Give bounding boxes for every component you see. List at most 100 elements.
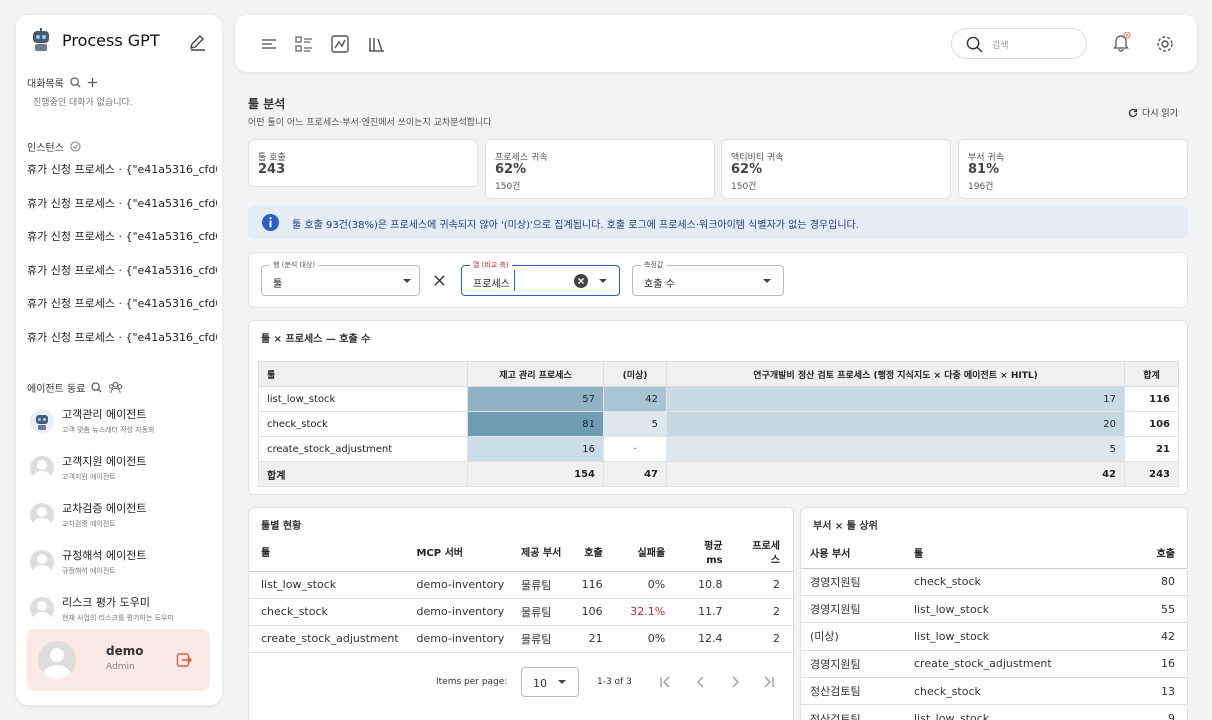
agents-header: 에이전트 동료 <box>27 380 123 395</box>
gear-icon[interactable] <box>1155 34 1175 54</box>
dept-header: 툴 <box>905 538 1115 569</box>
search-box[interactable]: 검색 <box>951 28 1087 59</box>
team-icon[interactable] <box>108 381 123 394</box>
matrix-total: 21 <box>1124 436 1179 462</box>
instance-item[interactable]: 휴가 신청 프로세스 · {"e41a5316_cfd0... <box>27 295 217 311</box>
pagination: Items per page: 10 1-3 of 3 <box>249 658 794 708</box>
kpi-value: 81% <box>968 162 1000 177</box>
reload-button[interactable]: 다시 읽기 <box>1128 106 1178 119</box>
search-icon <box>966 36 983 53</box>
matrix-cell: 42 <box>603 386 667 412</box>
first-page-icon[interactable] <box>659 676 671 688</box>
prev-page-icon[interactable] <box>695 676 707 688</box>
instance-item[interactable]: 휴가 신청 프로세스 · {"e41a5316_cfd0... <box>27 228 217 244</box>
table-row[interactable]: (미상) list_low_stock 42 <box>801 622 1187 651</box>
add-icon[interactable] <box>87 77 98 88</box>
avatar <box>30 549 54 574</box>
agent-item[interactable]: 리스크 평가 도우미 현재 사업의 리스크를 평가하는 도우미 <box>30 594 216 623</box>
instance-item[interactable]: 휴가 신청 프로세스 · {"e41a5316_cfd0... <box>27 329 217 345</box>
table-row[interactable]: 정산검토팀 check_stock 13 <box>801 677 1187 706</box>
table-row[interactable]: 경영지원팀 check_stock 80 <box>801 568 1187 596</box>
kpi-card: 액티비티 귀속 62% 150건 <box>721 139 951 199</box>
avatar <box>30 455 54 480</box>
info-text: 툴 호출 93건(38%)은 프로세스에 귀속되지 않아 '(미상)'으로 집계… <box>292 220 859 231</box>
matrix-header: 툴 <box>258 361 468 387</box>
matrix-header: (미상) <box>603 361 667 387</box>
instance-item[interactable]: 휴가 신청 프로세스 · {"e41a5316_cfd0... <box>27 161 217 177</box>
last-page-icon[interactable] <box>763 676 775 688</box>
matrix-total-row: 합계 154 47 42 243 <box>258 461 1179 487</box>
call-count: 80 <box>1115 568 1187 596</box>
kpi-card: 프로세스 귀속 62% 150건 <box>485 139 715 199</box>
tools-header: 제공 부서 <box>509 538 569 572</box>
dept-tool-title: 부서 × 툴 상위 <box>813 521 878 532</box>
clear-icon[interactable] <box>574 274 588 288</box>
new-chat-edit-icon[interactable] <box>188 33 208 53</box>
instance-item[interactable]: 휴가 신청 프로세스 · {"e41a5316_cfd0... <box>27 262 217 278</box>
matrix-tool: check_stock <box>258 411 468 437</box>
tools-header: 호출 <box>568 538 617 572</box>
agent-name: 고객지원 에이전트 <box>62 455 147 468</box>
table-row[interactable]: check_stock demo-inventory 물류팀 106 32.1%… <box>249 598 794 626</box>
matrix-row: create_stock_adjustment 16 · 5 21 <box>258 436 1179 462</box>
filter-bar: 행 (분석 대상) 툴 열 (비교 축) 프로세스 측정값 호출 수 <box>248 252 1188 308</box>
menu-icon[interactable] <box>259 34 279 54</box>
agent-item[interactable]: 교차검증 에이전트 교차검증 에이전트 <box>30 500 216 529</box>
table-row[interactable]: 경영지원팀 list_low_stock 55 <box>801 595 1187 624</box>
agent-desc: 고객지원 에이전트 <box>62 473 116 481</box>
agent-item[interactable]: 고객지원 에이전트 고객지원 에이전트 <box>30 453 216 482</box>
matrix-cell: · <box>603 436 667 462</box>
process-count: 2 <box>736 571 794 599</box>
agent-name: 리스크 평가 도우미 <box>62 596 150 609</box>
mcp-server: demo-inventory <box>404 598 510 626</box>
table-row[interactable]: 경영지원팀 create_stock_adjustment 16 <box>801 650 1187 679</box>
process-map-icon[interactable] <box>330 34 350 54</box>
conversations-empty: 진행중인 대화가 없습니다. <box>33 98 133 108</box>
matrix-row: list_low_stock 57 42 17 116 <box>258 386 1179 412</box>
agent-item[interactable]: 규정해석 에이전트 규정해석 에이전트 <box>30 547 216 576</box>
measure-select[interactable]: 측정값 호출 수 <box>632 260 784 296</box>
row-select[interactable]: 행 (분석 대상) 툴 <box>261 260 420 296</box>
agent-item[interactable]: 고객관리 에이전트 고객 맞춤 뉴스레터 작성 자동화 <box>30 406 216 435</box>
dept-name: 정산검토팀 <box>801 704 905 720</box>
tools-header: MCP 서버 <box>404 538 510 572</box>
matrix-tool: create_stock_adjustment <box>258 436 468 462</box>
agent-desc: 규정해석 에이전트 <box>62 567 116 575</box>
table-row[interactable]: list_low_stock demo-inventory 물류팀 116 0%… <box>249 571 794 599</box>
measure-select-value: 호출 수 <box>644 279 675 290</box>
matrix-tool: 합계 <box>258 461 468 487</box>
provider-dept: 물류팀 <box>509 625 569 653</box>
avg-ms: 12.4 <box>679 625 737 653</box>
measure-select-label: 측정값 <box>641 260 667 270</box>
user-card[interactable]: demo Admin <box>27 629 210 691</box>
search-icon[interactable] <box>70 77 81 88</box>
info-banner: 툴 호출 93건(38%)은 프로세스에 귀속되지 않아 '(미상)'으로 집계… <box>248 206 1188 239</box>
check-circle-icon[interactable] <box>70 141 81 152</box>
matrix-total: 116 <box>1124 386 1179 412</box>
items-per-page-select[interactable]: 10 <box>521 667 579 697</box>
table-row[interactable]: 정산검토팀 list_low_stock 9 <box>801 704 1187 720</box>
next-page-icon[interactable] <box>729 676 741 688</box>
search-icon[interactable] <box>91 382 102 393</box>
tool-name: list_low_stock <box>249 571 405 599</box>
dept-name: 경영지원팀 <box>801 650 905 679</box>
matrix-title: 툴 × 프로세스 — 호출 수 <box>261 334 371 345</box>
matrix-total: 243 <box>1124 461 1179 487</box>
matrix-header: 재고 관리 프로세스 <box>467 361 604 387</box>
library-icon[interactable] <box>366 34 386 54</box>
notification-bell-icon[interactable] <box>1111 32 1131 52</box>
brand[interactable]: Process GPT <box>28 27 160 53</box>
info-icon <box>261 213 280 232</box>
dept-name: 정산검토팀 <box>801 677 905 706</box>
instance-item[interactable]: 휴가 신청 프로세스 · {"e41a5316_cfd0... <box>27 195 217 211</box>
page-subtitle: 어떤 툴이 어느 프로세스·부서·엔진에서 쓰이는지 교차분석합니다 <box>248 118 492 128</box>
matrix-table: 툴 재고 관리 프로세스 (미상) 연구개발비 정산 검토 프로세스 (행정 지… <box>258 361 1179 487</box>
column-select[interactable]: 열 (비교 축) 프로세스 <box>461 260 620 296</box>
table-row[interactable]: create_stock_adjustment demo-inventory 물… <box>249 625 794 653</box>
list-view-icon[interactable] <box>294 34 314 54</box>
matrix-cell: 20 <box>666 411 1125 437</box>
logout-icon[interactable] <box>176 652 192 668</box>
matrix-cell: 42 <box>666 461 1125 487</box>
dept-tool-table: 사용 부서 툴 호출 경영지원팀 check_stock 80 경영지원팀 list_… <box>801 538 1187 720</box>
swap-close-icon[interactable] <box>434 275 445 286</box>
